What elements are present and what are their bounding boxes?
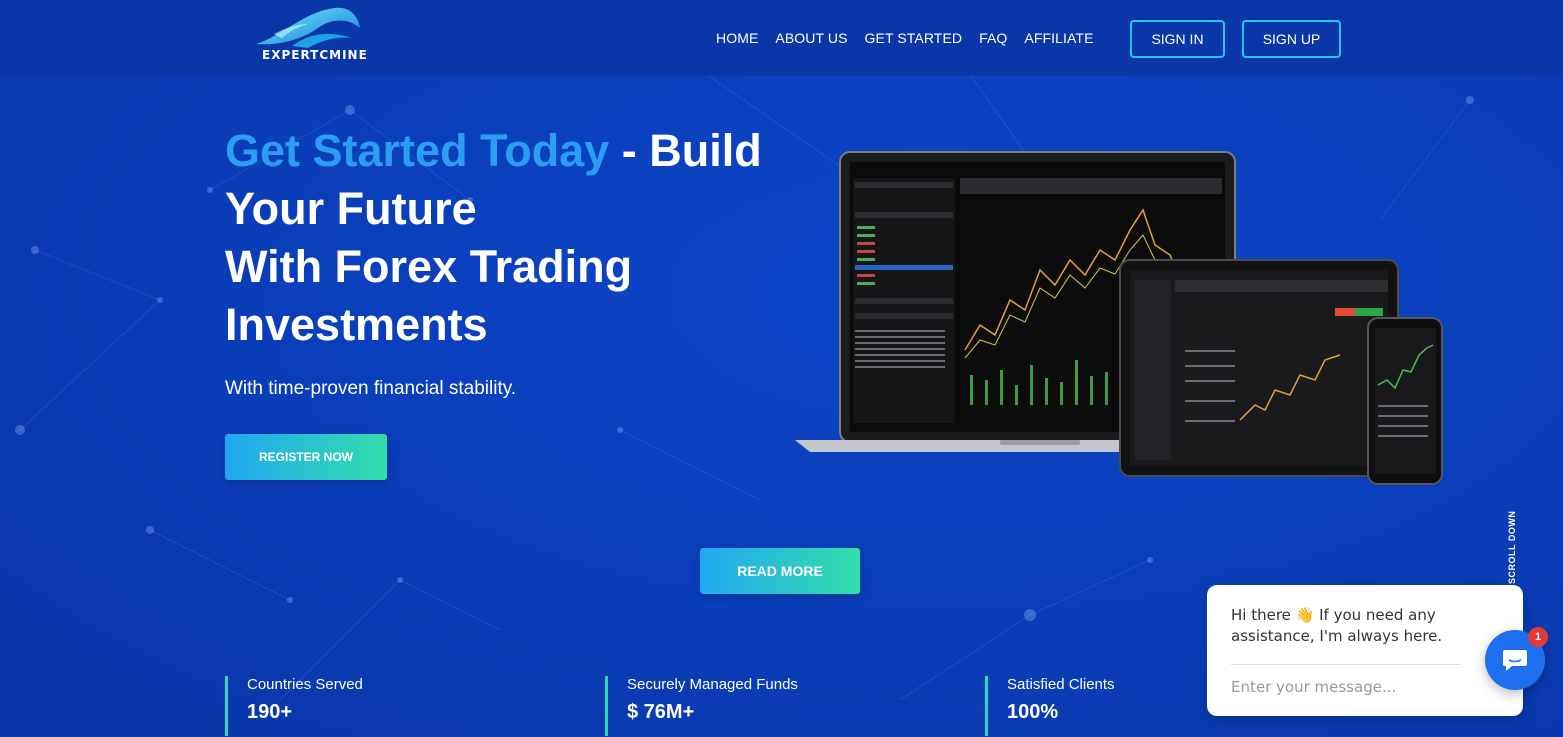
stat-clients: Satisfied Clients 100%: [985, 676, 1115, 736]
brand-name: EXPERTCMINE: [262, 48, 368, 62]
stat-value: 100%: [1007, 701, 1059, 723]
scroll-down-label[interactable]: SCROLL DOWN: [1507, 511, 1517, 584]
chat-divider: [1231, 664, 1461, 665]
sign-up-button[interactable]: SIGN UP: [1242, 20, 1341, 58]
stat-funds: Securely Managed Funds $ 76M+: [605, 676, 798, 736]
hero-title-part-2: Your Future: [225, 183, 477, 234]
chat-greeting: Hi there 👋 If you need any assistance, I…: [1231, 606, 1443, 645]
logo-wave-icon: [256, 7, 360, 48]
hero-title-part-1: - Build: [609, 125, 762, 176]
hero-subtitle: With time-proven financial stability.: [225, 378, 517, 399]
main-nav: HOME ABOUT US GET STARTED FAQ AFFILIATE: [716, 30, 1094, 46]
stat-value: 190+: [247, 701, 293, 723]
nav-affiliate[interactable]: AFFILIATE: [1024, 30, 1093, 46]
hero-title-accent: Get Started Today: [225, 125, 610, 176]
chat-popup: Hi there 👋 If you need any assistance, I…: [1207, 585, 1523, 716]
brand-logo[interactable]: EXPERTCMINE: [252, 4, 367, 66]
stat-countries: Countries Served 190+: [225, 676, 363, 736]
nav-home[interactable]: HOME: [716, 30, 758, 46]
stat-label: Securely Managed Funds: [627, 676, 798, 693]
register-now-button[interactable]: REGISTER NOW: [225, 434, 387, 480]
sign-in-button[interactable]: SIGN IN: [1130, 20, 1225, 58]
nav-get-started[interactable]: GET STARTED: [865, 30, 963, 46]
unread-badge: 1: [1528, 627, 1548, 647]
trading-devices-illustration: [795, 150, 1445, 490]
hero-title-part-4: Investments: [225, 299, 488, 350]
chat-message-input[interactable]: Enter your message...: [1231, 678, 1461, 696]
hero-title: Get Started Today - Build Your Future Wi…: [225, 122, 785, 354]
chat-bubble-icon: [1503, 650, 1527, 671]
hero-title-part-3: With Forex Trading: [225, 241, 633, 292]
stat-value: $ 76M+: [627, 701, 695, 723]
read-more-button[interactable]: READ MORE: [700, 548, 860, 594]
nav-faq[interactable]: FAQ: [979, 30, 1007, 46]
nav-about-us[interactable]: ABOUT US: [775, 30, 847, 46]
stat-label: Countries Served: [247, 676, 363, 693]
site-header: EXPERTCMINE HOME ABOUT US GET STARTED FA…: [0, 0, 1563, 75]
stat-label: Satisfied Clients: [1007, 676, 1115, 693]
